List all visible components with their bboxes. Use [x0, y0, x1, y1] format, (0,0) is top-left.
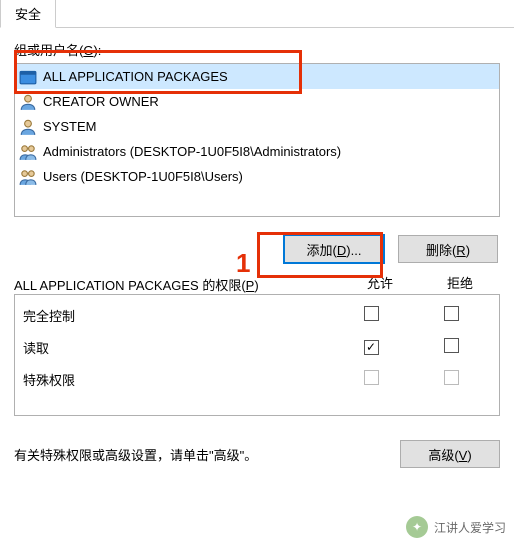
group-icon — [19, 143, 37, 161]
permission-row: 完全控制 — [17, 299, 497, 331]
watermark-text: 江讲人爱学习 — [434, 519, 506, 536]
list-item-label: Administrators (DESKTOP-1U0F5I8\Administ… — [43, 144, 341, 159]
allow-checkbox — [364, 370, 379, 385]
permissions-grid: 完全控制读取特殊权限 — [14, 294, 500, 416]
watermark: ✦ 江讲人爱学习 — [406, 516, 506, 538]
col-allow: 允许 — [340, 273, 420, 294]
footer-text: 有关特殊权限或高级设置，请单击"高级"。 — [14, 445, 388, 464]
advanced-button[interactable]: 高级(V) — [400, 440, 500, 468]
deny-checkbox[interactable] — [444, 338, 459, 353]
user-icon — [19, 118, 37, 136]
deny-checkbox[interactable] — [444, 306, 459, 321]
package-icon — [19, 68, 37, 86]
groups-label: 组或用户名(G): — [14, 40, 500, 59]
groups-label-prefix: 组或用户名( — [14, 43, 83, 58]
permission-row: 读取 — [17, 331, 497, 363]
footer-row: 有关特殊权限或高级设置，请单击"高级"。 高级(V) — [14, 440, 500, 468]
permissions-header: ALL APPLICATION PACKAGES 的权限(P) 允许 拒绝 — [14, 273, 500, 294]
list-item-label: ALL APPLICATION PACKAGES — [43, 69, 228, 84]
list-item[interactable]: SYSTEM — [15, 114, 499, 139]
add-button[interactable]: 添加(D)... — [284, 235, 384, 263]
list-item-label: Users (DESKTOP-1U0F5I8\Users) — [43, 169, 243, 184]
tab-bar: 安全 — [0, 0, 514, 28]
allow-checkbox[interactable] — [364, 306, 379, 321]
permission-name: 完全控制 — [23, 306, 331, 325]
deny-checkbox — [444, 370, 459, 385]
col-deny: 拒绝 — [420, 273, 500, 294]
permission-name: 读取 — [23, 338, 331, 357]
group-icon — [19, 168, 37, 186]
allow-checkbox[interactable] — [364, 340, 379, 355]
security-panel: 组或用户名(G): ALL APPLICATION PACKAGES CREATO… — [0, 28, 514, 468]
annotation-number-1: 1 — [236, 248, 250, 279]
remove-button[interactable]: 删除(R) — [398, 235, 498, 263]
permission-row: 特殊权限 — [17, 363, 497, 395]
groups-label-suffix: ): — [93, 43, 101, 58]
permissions-title: ALL APPLICATION PACKAGES 的权限(P) — [14, 275, 340, 294]
list-item[interactable]: Users (DESKTOP-1U0F5I8\Users) — [15, 164, 499, 189]
list-item[interactable]: CREATOR OWNER — [15, 89, 499, 114]
permission-name: 特殊权限 — [23, 370, 331, 389]
list-item-label: SYSTEM — [43, 119, 96, 134]
groups-label-mnemonic: G — [83, 43, 93, 58]
list-item[interactable]: Administrators (DESKTOP-1U0F5I8\Administ… — [15, 139, 499, 164]
tab-security[interactable]: 安全 — [0, 0, 56, 28]
wechat-icon: ✦ — [406, 516, 428, 538]
group-buttons: 添加(D)... 删除(R) — [14, 235, 498, 263]
list-item-label: CREATOR OWNER — [43, 94, 159, 109]
user-icon — [19, 93, 37, 111]
list-item[interactable]: ALL APPLICATION PACKAGES — [15, 64, 499, 89]
groups-listbox[interactable]: ALL APPLICATION PACKAGES CREATOR OWNER SYS… — [14, 63, 500, 217]
